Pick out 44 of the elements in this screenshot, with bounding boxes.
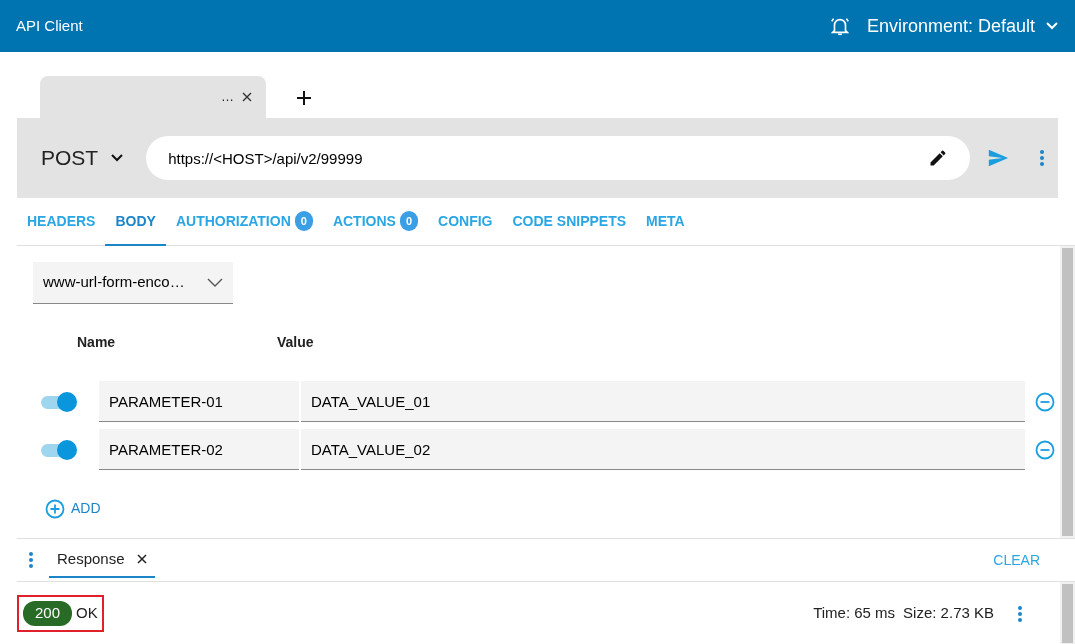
column-header: Name (77, 333, 117, 352)
name-field[interactable]: PARAMETER-01 (99, 381, 299, 422)
name-field[interactable]: PARAMETER-02 (99, 429, 299, 470)
value-field[interactable]: DATA_VALUE_02 (301, 429, 1025, 470)
chevron-down-icon (207, 277, 223, 288)
response-size: Size: 2.73 KB (903, 603, 994, 624)
value-field[interactable]: DATA_VALUE_01 (301, 381, 1025, 422)
add-button[interactable]: ADD (45, 498, 101, 519)
pencil-icon[interactable] (928, 148, 948, 168)
tab[interactable]: AUTHORIZATION 0 (165, 198, 323, 246)
plus-circle-icon (45, 498, 65, 519)
app-title: API Client (16, 15, 83, 36)
add-tab-icon[interactable] (296, 90, 312, 106)
more-options-icon[interactable] (1018, 605, 1022, 622)
send-icon[interactable] (986, 147, 1010, 169)
tab[interactable]: CODE SNIPPETS (502, 198, 637, 246)
tab[interactable]: META (636, 198, 695, 246)
content-type-dropdown[interactable]: www-url-form-enco… (33, 262, 233, 304)
clear-button[interactable]: CLEAR (987, 548, 1046, 572)
remove-icon[interactable] (1035, 439, 1055, 460)
toggle-switch[interactable] (41, 439, 77, 460)
column-header: Value (277, 333, 314, 352)
count-badge: 0 (399, 210, 418, 232)
close-icon[interactable] (242, 92, 252, 102)
tab[interactable]: CONFIG (428, 198, 503, 246)
close-icon[interactable] (136, 554, 147, 564)
toggle-switch[interactable] (41, 391, 77, 412)
tab[interactable]: HEADERS (17, 198, 106, 246)
more-options-icon[interactable] (1040, 150, 1044, 166)
more-options-icon[interactable] (29, 552, 33, 568)
tab[interactable]: BODY (105, 198, 166, 246)
scrollbar[interactable] (1060, 246, 1075, 538)
count-badge: 0 (294, 210, 313, 232)
environment-dropdown[interactable]: Environment: Default (866, 12, 1059, 40)
url-field[interactable]: https://<HOST>/api/v2/99999 (146, 136, 970, 180)
response-tab[interactable]: Response (49, 541, 155, 579)
remove-icon[interactable] (1035, 391, 1055, 412)
status-code-badge: 200 (23, 601, 73, 626)
scrollbar[interactable] (1060, 582, 1075, 644)
status-text: OK (76, 603, 98, 624)
response-time: Time: 65 ms (813, 603, 896, 624)
request-tab[interactable]: … (40, 76, 266, 118)
method-dropdown[interactable]: POST (41, 142, 125, 174)
tab[interactable]: ACTIONS 0 (322, 198, 428, 246)
